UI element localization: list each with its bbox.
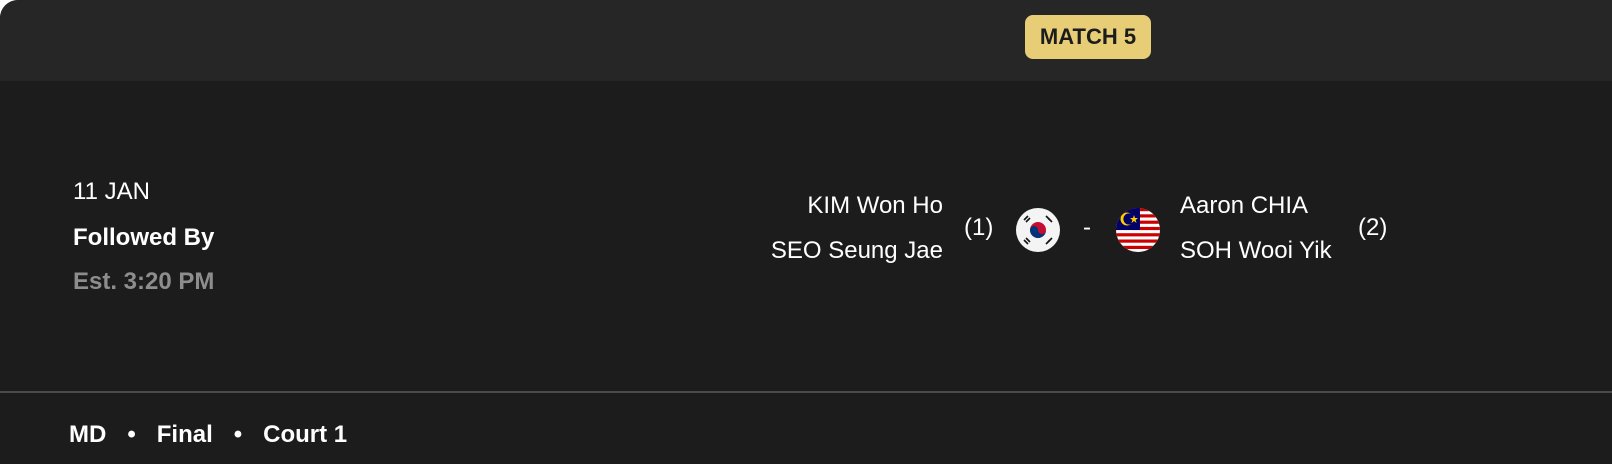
court-name: Court 1 [263,421,348,448]
event-category: MD [69,421,107,448]
player-name[interactable]: KIM Won Ho [771,191,943,236]
footer-divider [0,391,1612,393]
card-header: MATCH 5 [0,0,1612,81]
versus-separator: - [1083,214,1091,241]
match-number-badge: MATCH 5 [1025,15,1151,59]
player-name[interactable]: SOH Wooi Yik [1180,236,1332,281]
match-card: MATCH 5 11 JAN Followed By Est. 3:20 PM … [0,0,1612,464]
team-right-players: Aaron CHIA SOH Wooi Yik [1180,191,1332,281]
round-name: Final [156,421,213,448]
team-left-seed: (1) [964,214,994,241]
followed-by-label: Followed By [73,224,215,251]
south-korea-flag-icon [1016,208,1060,252]
estimated-time: Est. 3:20 PM [73,268,215,295]
player-name[interactable]: Aaron CHIA [1180,191,1332,236]
team-left-players: KIM Won Ho SEO Seung Jae [771,191,943,281]
malaysia-flag-icon [1116,208,1160,252]
bullet-separator: • [127,421,136,448]
schedule-info: 11 JAN Followed By Est. 3:20 PM [73,177,214,297]
match-date: 11 JAN [73,178,150,205]
card-body: 11 JAN Followed By Est. 3:20 PM KIM Won … [0,81,1612,391]
team-right-seed: (2) [1358,214,1388,241]
bullet-separator: • [233,421,243,448]
match-meta-footer: MD • Final • Court 1 [69,420,347,450]
player-name[interactable]: SEO Seung Jae [771,236,943,281]
